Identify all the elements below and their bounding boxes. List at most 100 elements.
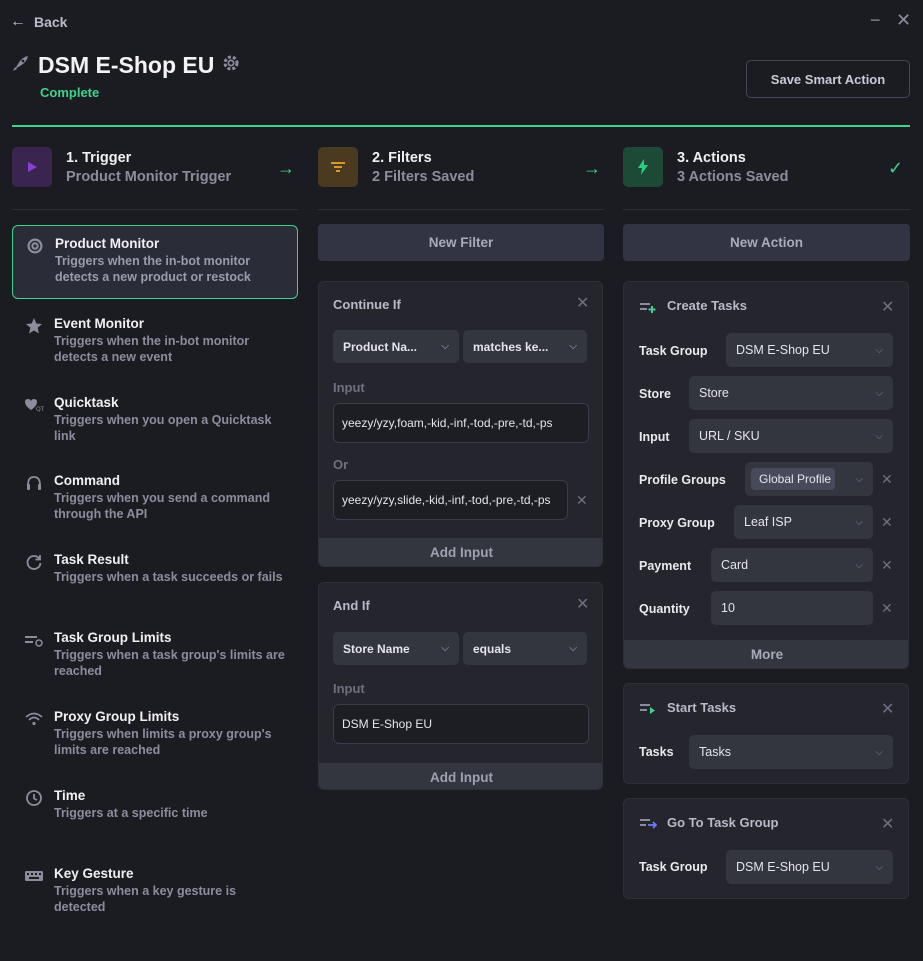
chevron-down-icon: ⌵ [875, 430, 883, 442]
filter-card-continue-if: Continue If ✕ Product Na... ⌵ matches ke.… [318, 281, 603, 567]
or-label: Or [333, 457, 349, 472]
trigger-task-result[interactable]: Task Result Triggers when a task succeeds… [12, 542, 298, 595]
task-group-label: Task Group [639, 860, 708, 874]
remove-quantity-icon[interactable]: ✕ [881, 600, 893, 617]
trigger-quicktask[interactable]: QT Quicktask Triggers when you open a Qui… [12, 385, 298, 454]
input-select[interactable]: URL / SKU ⌵ [689, 419, 893, 453]
store-label: Store [639, 387, 671, 401]
trigger-desc: Triggers when you send a command through… [54, 491, 271, 521]
close-icon[interactable]: ✕ [881, 814, 894, 834]
quantity-label: Quantity [639, 602, 690, 616]
trigger-proxy-group-limits[interactable]: Proxy Group Limits Triggers when limits a… [12, 699, 298, 768]
trigger-desc: Triggers when limits a proxy group's lim… [54, 727, 272, 757]
add-input-button[interactable]: Add Input [319, 763, 602, 789]
payment-value: Card [721, 558, 749, 572]
action-card-title: Start Tasks [667, 700, 737, 715]
filter-operator-select[interactable]: equals ⌵ [463, 632, 587, 665]
chevron-down-icon: ⌵ [569, 341, 577, 352]
new-action-button[interactable]: New Action [623, 224, 910, 261]
filter-card-title: Continue If [333, 297, 401, 312]
filter-input-value: yeezy/yzy,foam,-kid,-inf,-tod,-pre,-td,-… [342, 416, 553, 430]
chevron-down-icon: ⌵ [855, 473, 863, 485]
chevron-down-icon: ⌵ [875, 387, 883, 399]
filter-input-field[interactable]: DSM E-Shop EU [333, 704, 589, 744]
task-group-value: DSM E-Shop EU [736, 343, 830, 357]
minimize-button[interactable]: − [870, 10, 881, 31]
trigger-name: Key Gesture [54, 866, 134, 881]
trigger-task-group-limits[interactable]: Task Group Limits Triggers when a task gr… [12, 620, 298, 689]
trigger-event-monitor[interactable]: Event Monitor Triggers when the in-bot mo… [12, 306, 298, 375]
trigger-desc: Triggers when a task group's limits are … [54, 648, 285, 678]
back-button[interactable]: ← Back [10, 13, 67, 31]
more-button[interactable]: More [624, 640, 908, 668]
proxy-group-value: Leaf ISP [744, 515, 792, 529]
trigger-name: Product Monitor [55, 236, 160, 251]
play-icon [12, 147, 52, 187]
chevron-down-icon: ⌵ [875, 344, 883, 356]
filter-field-value: Product Na... [343, 339, 418, 354]
step-actions-title: 3. Actions [677, 149, 746, 166]
remove-input-icon[interactable]: ✕ [576, 492, 588, 509]
save-smart-action-button[interactable]: Save Smart Action [746, 60, 910, 98]
tasks-select[interactable]: Tasks ⌵ [689, 735, 893, 769]
remove-profile-icon[interactable]: ✕ [881, 471, 893, 488]
close-icon[interactable]: ✕ [576, 594, 589, 614]
new-filter-button[interactable]: New Filter [318, 224, 604, 261]
trigger-key-gesture[interactable]: Key Gesture Triggers when a key gesture i… [12, 856, 298, 925]
filter-or-input-field[interactable]: yeezy/yzy,slide,-kid,-inf,-tod,-pre,-td,… [333, 480, 568, 520]
back-label: Back [34, 14, 68, 30]
filter-operator-select[interactable]: matches ke... ⌵ [463, 330, 587, 363]
close-icon[interactable]: ✕ [881, 699, 894, 719]
bolt-icon [623, 147, 663, 187]
filter-operator-value: equals [473, 641, 512, 656]
filter-card-and-if: And If ✕ Store Name ⌵ equals ⌵ Input DSM E… [318, 582, 603, 790]
task-group-label: Task Group [639, 344, 708, 358]
task-group-select[interactable]: DSM E-Shop EU ⌵ [726, 333, 893, 367]
trigger-time[interactable]: Time Triggers at a specific time [12, 778, 298, 831]
divider [623, 209, 910, 210]
proxy-group-select[interactable]: Leaf ISP ⌵ [734, 505, 873, 539]
add-input-button[interactable]: Add Input [319, 538, 602, 566]
payment-select[interactable]: Card ⌵ [711, 548, 873, 582]
step-filters-title: 2. Filters [372, 149, 432, 166]
trigger-command[interactable]: Command Triggers when you send a command … [12, 463, 298, 532]
filter-card-title: And If [333, 598, 370, 613]
close-icon[interactable]: ✕ [576, 293, 589, 313]
remove-proxy-icon[interactable]: ✕ [881, 514, 893, 531]
profile-groups-label: Profile Groups [639, 473, 726, 487]
step-filters[interactable]: 2. Filters 2 Filters Saved [318, 147, 474, 187]
star-icon [24, 317, 44, 335]
input-label: Input [333, 380, 365, 395]
store-select[interactable]: Store ⌵ [689, 376, 893, 410]
chevron-down-icon: ⌵ [875, 746, 883, 758]
chevron-down-icon: ⌵ [441, 341, 449, 352]
remove-payment-icon[interactable]: ✕ [881, 557, 893, 574]
gear-icon[interactable] [222, 54, 240, 77]
action-card-start-tasks: Start Tasks ✕ Tasks Tasks ⌵ [623, 683, 909, 784]
profile-groups-select[interactable]: Global Profile ⌵ [745, 462, 873, 496]
quantity-input[interactable]: 10 [711, 591, 873, 625]
action-card-go-to-task-group: Go To Task Group ✕ Task Group DSM E-Shop… [623, 798, 909, 899]
filter-field-value: Store Name [343, 641, 410, 656]
input-label: Input [639, 430, 670, 444]
trigger-desc: Triggers when the in-bot monitor detects… [54, 334, 250, 364]
status-label: Complete [40, 85, 100, 100]
filter-field-select[interactable]: Store Name ⌵ [333, 632, 459, 665]
trigger-desc: Triggers when a key gesture is detected [54, 884, 237, 914]
step-trigger[interactable]: 1. Trigger Product Monitor Trigger [12, 147, 231, 187]
title-row: DSM E-Shop EU [12, 52, 240, 79]
filter-input-field[interactable]: yeezy/yzy,foam,-kid,-inf,-tod,-pre,-td,-… [333, 403, 589, 443]
rocket-icon [12, 54, 30, 77]
task-group-select[interactable]: DSM E-Shop EU ⌵ [726, 850, 893, 884]
page-title: DSM E-Shop EU [38, 52, 215, 78]
close-window-button[interactable]: ✕ [896, 10, 911, 31]
chevron-down-icon: ⌵ [441, 643, 449, 654]
proxy-group-label: Proxy Group [639, 516, 715, 530]
filter-field-select[interactable]: Product Na... ⌵ [333, 330, 459, 363]
close-icon[interactable]: ✕ [881, 297, 894, 317]
trigger-product-monitor[interactable]: Product Monitor Triggers when the in-bot … [12, 225, 298, 299]
headset-icon [24, 474, 44, 492]
action-card-title: Create Tasks [667, 298, 747, 313]
step-actions[interactable]: 3. Actions 3 Actions Saved [623, 147, 788, 187]
filter-icon [318, 147, 358, 187]
